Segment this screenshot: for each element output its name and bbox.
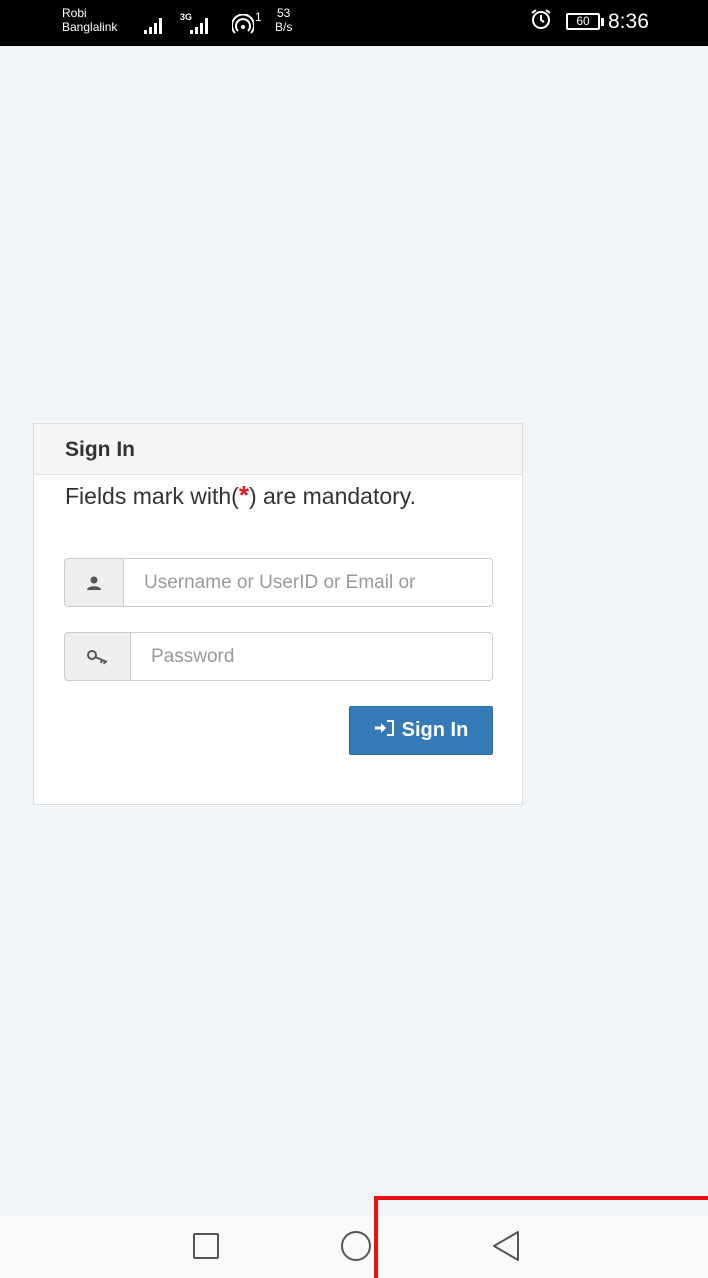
panel-title: Sign In: [65, 438, 135, 461]
battery-icon: 60: [566, 13, 600, 30]
password-group: [64, 632, 493, 681]
carrier-1: Robi: [62, 6, 87, 20]
required-asterisk: *: [238, 480, 249, 510]
carrier-2: Banglalink: [62, 20, 118, 34]
username-input[interactable]: [123, 558, 493, 607]
recent-apps-icon[interactable]: [193, 1233, 219, 1259]
battery-tip: [601, 18, 604, 26]
hotspot-count: 1: [255, 10, 262, 24]
password-input[interactable]: [130, 632, 493, 681]
highlight-box: [374, 1196, 708, 1278]
network-speed: 53 B/s: [275, 6, 292, 34]
status-bar: Robi Banglalink 3G 1 53 B/s 60 8:36: [0, 0, 708, 46]
signal-icons: [144, 12, 208, 34]
signin-icon: [374, 719, 396, 743]
home-icon[interactable]: [341, 1231, 371, 1261]
speed-value: 53: [276, 6, 291, 20]
mandatory-note: Fields mark with(*) are mandatory.: [65, 480, 416, 511]
panel-header: Sign In: [34, 424, 522, 475]
carrier-names: Robi Banglalink: [62, 6, 117, 34]
network-type: 3G: [180, 12, 193, 22]
signal-icon: [190, 18, 208, 34]
mandatory-suffix: ) are mandatory.: [248, 483, 416, 509]
mandatory-prefix: Fields mark with(: [65, 483, 239, 509]
username-group: [64, 558, 493, 607]
hotspot-icon: [231, 13, 255, 40]
alarm-icon: [530, 8, 552, 35]
signal-icon: [144, 18, 162, 34]
user-icon: [64, 558, 123, 607]
signin-button-label: Sign In: [401, 719, 469, 741]
signin-button[interactable]: Sign In: [349, 706, 493, 755]
key-icon: [64, 632, 130, 681]
speed-unit: B/s: [275, 20, 293, 34]
signin-panel: Sign In Fields mark with(*) are mandator…: [33, 423, 523, 805]
clock: 8:36: [608, 10, 649, 33]
